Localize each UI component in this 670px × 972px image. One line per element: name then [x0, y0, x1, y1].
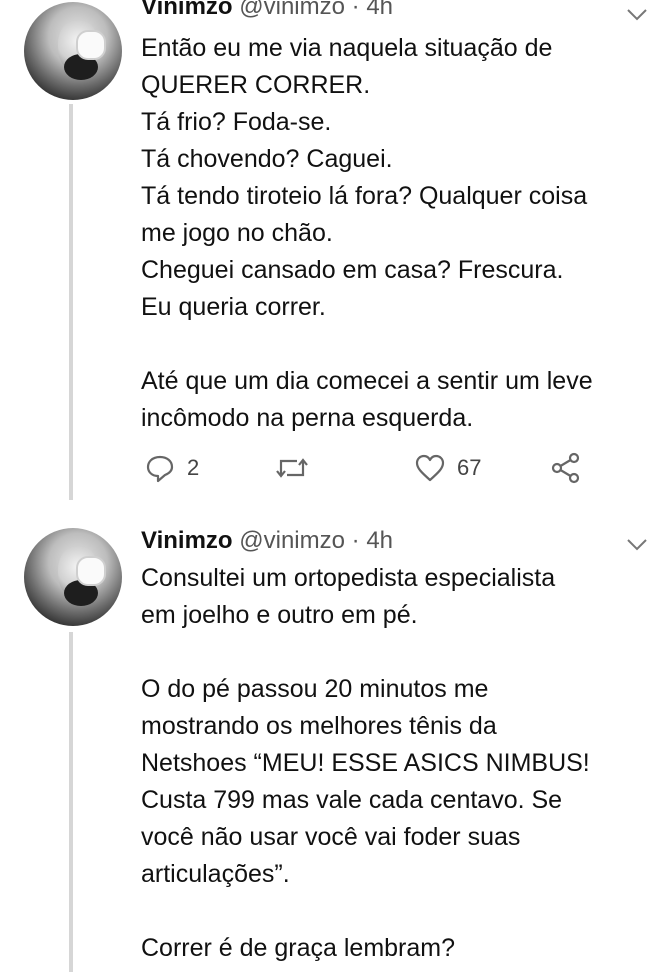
tweet-actions: 2 67: [145, 450, 605, 486]
timestamp[interactable]: 4h: [366, 527, 393, 554]
like-count: 67: [457, 455, 482, 480]
separator: ·: [351, 527, 360, 554]
like-icon: [415, 454, 445, 482]
tweet-header: Vinimzo @vinimzo · 4h: [141, 0, 393, 24]
like-button[interactable]: 67: [415, 450, 481, 486]
retweet-button[interactable]: [275, 450, 309, 486]
avatar[interactable]: [24, 528, 122, 626]
tweet-2[interactable]: Vinimzo @vinimzo · 4h Consultei um ortop…: [0, 520, 670, 972]
reply-count: 2: [187, 455, 200, 480]
chevron-down-icon[interactable]: [626, 538, 648, 552]
display-name[interactable]: Vinimzo: [141, 0, 233, 20]
user-handle[interactable]: @vinimzo: [239, 0, 345, 20]
thread-line: [69, 104, 73, 500]
display-name[interactable]: Vinimzo: [141, 527, 233, 554]
share-button[interactable]: [550, 450, 582, 486]
avatar-cup: [76, 556, 106, 586]
user-handle[interactable]: @vinimzo: [239, 527, 345, 554]
chevron-down-icon[interactable]: [626, 8, 648, 22]
avatar-cup: [76, 30, 106, 60]
share-icon: [551, 452, 580, 484]
tweet-text: Então eu me via naquela situação de QUER…: [141, 34, 593, 432]
tweet-header: Vinimzo @vinimzo · 4h: [141, 524, 393, 558]
tweet-1[interactable]: Vinimzo @vinimzo · 4h Então eu me via na…: [0, 0, 670, 500]
thread-line: [69, 632, 73, 972]
separator: ·: [351, 0, 360, 20]
avatar[interactable]: [24, 2, 122, 100]
reply-button[interactable]: 2: [145, 450, 199, 486]
reply-icon: [146, 455, 174, 483]
timestamp[interactable]: 4h: [366, 0, 393, 20]
retweet-icon: [276, 458, 308, 478]
tweet-text: Consultei um ortopedista especialista em…: [141, 564, 590, 962]
